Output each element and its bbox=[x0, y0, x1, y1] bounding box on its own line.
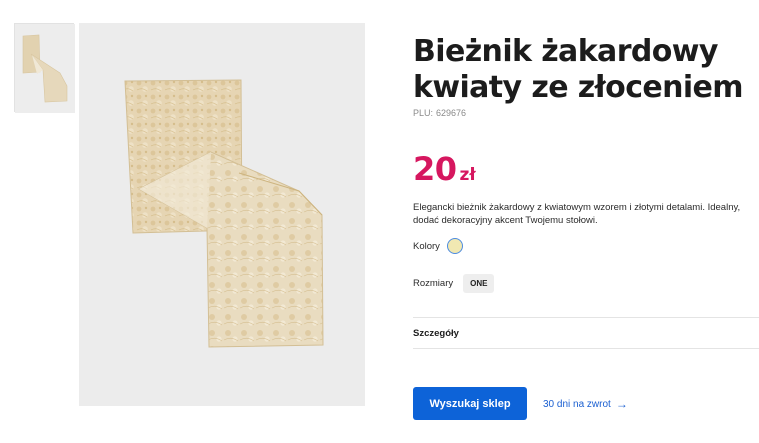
find-store-button[interactable]: Wyszukaj sklep bbox=[413, 387, 527, 420]
plu-value: 629676 bbox=[436, 108, 467, 118]
colors-selector: Kolory bbox=[413, 238, 463, 254]
colors-label: Kolory bbox=[413, 240, 440, 252]
plu-label: PLU: bbox=[413, 108, 434, 118]
color-swatch-gold[interactable] bbox=[446, 238, 463, 254]
product-title-line1: Bieżnik żakardowy bbox=[413, 34, 718, 69]
sizes-selector: Rozmiary ONE bbox=[413, 274, 495, 293]
product-price: 20 zł bbox=[413, 150, 476, 188]
product-description: Elegancki bieżnik żakardowy z kwiatowym … bbox=[413, 202, 741, 226]
main-product-image[interactable] bbox=[79, 23, 365, 406]
details-accordion[interactable]: Szczegóły bbox=[413, 328, 459, 339]
arrow-right-icon: → bbox=[615, 397, 628, 411]
product-title-line2: kwiaty ze złoceniem bbox=[413, 70, 744, 105]
product-plu: PLU: 629676 bbox=[413, 108, 466, 118]
price-amount: 20 bbox=[413, 150, 457, 188]
return-policy-label: 30 dni na zwrot bbox=[543, 398, 611, 410]
return-policy-link[interactable]: 30 dni na zwrot → bbox=[543, 397, 628, 411]
product-title: Bieżnik żakardowy kwiaty ze złoceniem bbox=[413, 34, 759, 106]
price-currency: zł bbox=[459, 165, 476, 185]
size-option-one[interactable]: ONE bbox=[463, 274, 495, 293]
gallery-thumbnail[interactable] bbox=[14, 23, 75, 113]
product-info-panel: Bieżnik żakardowy kwiaty ze złoceniem PL… bbox=[413, 0, 759, 443]
table-runner-image bbox=[79, 23, 365, 406]
divider bbox=[413, 317, 759, 318]
thumbnail-image bbox=[15, 24, 75, 113]
divider bbox=[413, 348, 759, 349]
sizes-label: Rozmiary bbox=[413, 278, 454, 289]
